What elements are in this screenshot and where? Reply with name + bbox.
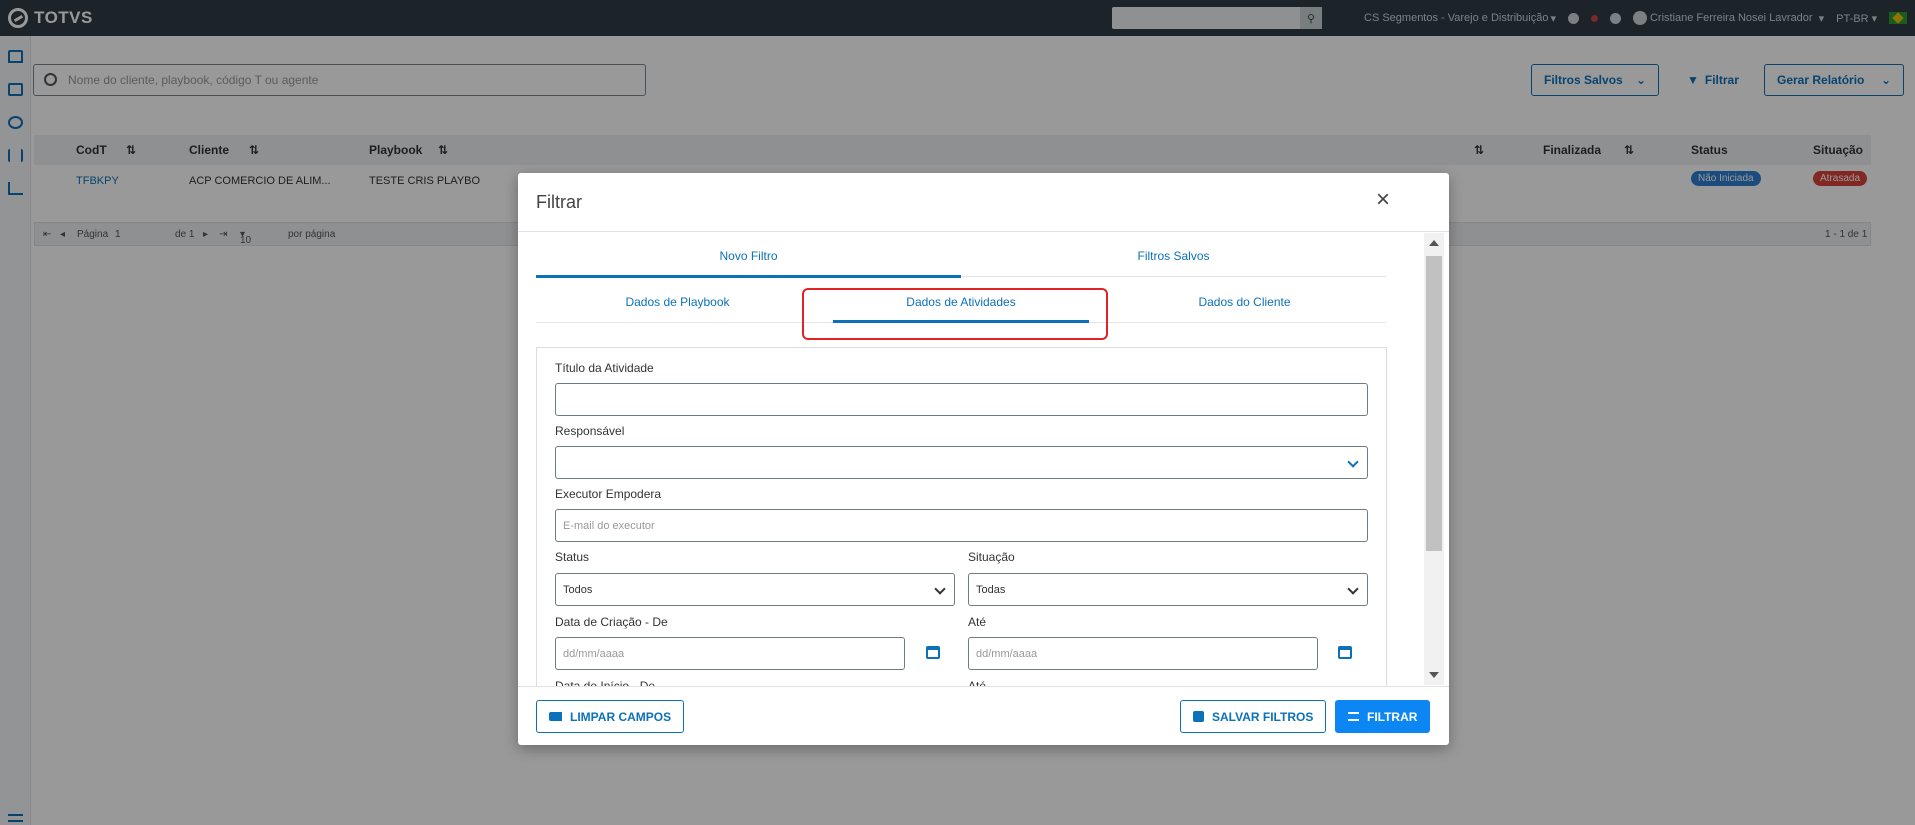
filter-label: FILTRAR <box>1367 709 1418 724</box>
modal-scrollbar[interactable] <box>1424 233 1444 685</box>
tab-dados-playbook[interactable]: Dados de Playbook <box>536 281 819 323</box>
divider <box>518 231 1449 232</box>
tab-dados-cliente[interactable]: Dados do Cliente <box>1103 281 1386 323</box>
scroll-down-icon[interactable] <box>1429 672 1439 678</box>
divider <box>518 686 1449 687</box>
activity-filter-form: Título da Atividade Responsável Executor… <box>536 347 1387 687</box>
status-value: Todos <box>563 583 593 596</box>
filter-tabs: Novo Filtro Filtros Salvos <box>536 233 1386 278</box>
sliders-icon <box>1348 712 1359 721</box>
tab-filtros-salvos[interactable]: Filtros Salvos <box>961 233 1386 277</box>
situacao-value: Todas <box>976 583 1006 596</box>
save-filters-button[interactable]: SALVAR FILTROS <box>1180 700 1327 733</box>
situacao-label: Situação <box>968 550 1015 564</box>
chevron-down-icon <box>934 583 946 595</box>
clear-fields-button[interactable]: LIMPAR CAMPOS <box>536 700 685 733</box>
close-icon[interactable]: × <box>1371 188 1395 213</box>
status-select[interactable]: Todos <box>555 573 955 606</box>
calendar-icon[interactable] <box>926 646 940 659</box>
filter-button[interactable]: FILTRAR <box>1335 700 1431 733</box>
modal-title: Filtrar <box>536 192 582 212</box>
executor-label: Executor Empodera <box>555 487 662 501</box>
save-filters-label: SALVAR FILTROS <box>1212 709 1314 724</box>
eraser-icon <box>549 712 562 721</box>
save-icon <box>1193 711 1204 722</box>
responsavel-label: Responsável <box>555 424 625 438</box>
calendar-icon[interactable] <box>1338 646 1352 659</box>
filter-modal: Filtrar × Novo Filtro Filtros Salvos Dad… <box>518 173 1449 745</box>
criacao-ate-label: Até <box>968 615 987 629</box>
date-placeholder: dd/mm/aaaa <box>976 647 1038 660</box>
titulo-input[interactable] <box>555 383 1368 416</box>
criacao-de-label: Data de Criação - De <box>555 615 668 629</box>
responsavel-select[interactable] <box>555 446 1368 479</box>
highlight-box <box>802 288 1108 340</box>
tab-novo-filtro[interactable]: Novo Filtro <box>536 233 961 278</box>
situacao-select[interactable]: Todas <box>968 573 1368 606</box>
chevron-down-icon <box>1347 456 1359 468</box>
clear-fields-label: LIMPAR CAMPOS <box>570 709 672 724</box>
executor-input[interactable]: E-mail do executor <box>555 509 1368 542</box>
date-placeholder: dd/mm/aaaa <box>563 647 625 660</box>
chevron-down-icon <box>1347 583 1359 595</box>
scroll-up-icon[interactable] <box>1429 240 1439 246</box>
titulo-label: Título da Atividade <box>555 361 654 375</box>
status-label: Status <box>555 550 590 564</box>
executor-placeholder: E-mail do executor <box>563 519 655 532</box>
criacao-ate-input[interactable]: dd/mm/aaaa <box>968 637 1318 670</box>
criacao-de-input[interactable]: dd/mm/aaaa <box>555 637 905 670</box>
scrollbar-thumb[interactable] <box>1426 256 1442 551</box>
